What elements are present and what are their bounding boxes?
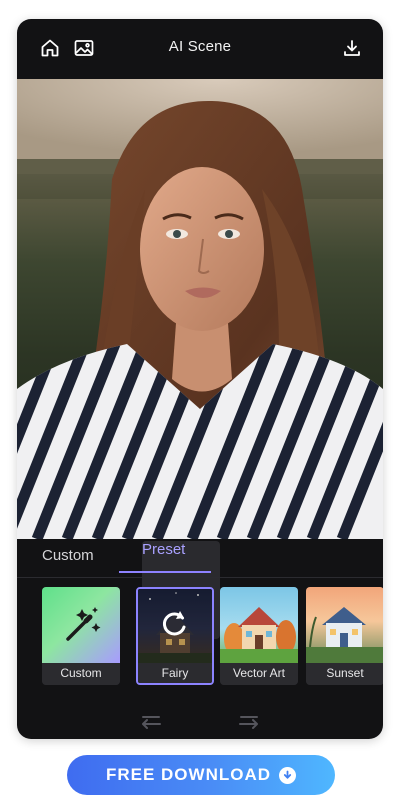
refresh-icon: [162, 611, 186, 636]
preset-custom[interactable]: Custom: [42, 587, 120, 685]
top-bar: AI Scene: [17, 19, 383, 79]
magic-wand-icon: [66, 607, 101, 641]
preset-sunset[interactable]: Sunset: [306, 587, 383, 685]
tabs-divider: [17, 577, 383, 578]
preset-sunset-thumb: [306, 587, 383, 663]
scene-tabs: Custom Preset: [17, 541, 383, 639]
free-download-label: FREE DOWNLOAD: [105, 765, 272, 784]
portrait-photo: [17, 79, 383, 539]
download-icon[interactable]: [341, 37, 363, 59]
undo-icon[interactable]: [139, 711, 163, 729]
vector-house-image: [220, 607, 298, 663]
preset-sunset-label: Sunset: [306, 663, 383, 685]
portrait-illustration: [17, 79, 383, 539]
preset-vector-art[interactable]: Vector Art: [220, 587, 298, 685]
preset-vector-art-label: Vector Art: [220, 663, 298, 685]
preset-custom-label: Custom: [42, 663, 120, 685]
preset-list: Custom Fairy Vector Art Sunset: [17, 587, 383, 687]
sunset-house-image: [306, 607, 383, 663]
phone-frame: AI Scene Custom Preset Custom Fairy Vect…: [17, 19, 383, 739]
redo-icon[interactable]: [237, 711, 261, 729]
active-tab-indicator: [119, 571, 211, 573]
preset-vector-art-thumb: [220, 587, 298, 663]
tab-custom[interactable]: Custom: [42, 547, 94, 564]
preset-fairy[interactable]: Fairy: [136, 587, 214, 685]
preset-custom-thumb: [42, 587, 120, 663]
free-download-button[interactable]: FREE DOWNLOAD: [67, 755, 335, 795]
bottom-nav: [17, 705, 383, 735]
page-title: AI Scene: [168, 38, 232, 55]
preset-fairy-thumb: [138, 589, 212, 663]
preset-fairy-label: Fairy: [138, 663, 212, 683]
download-circle-icon: [279, 766, 297, 784]
